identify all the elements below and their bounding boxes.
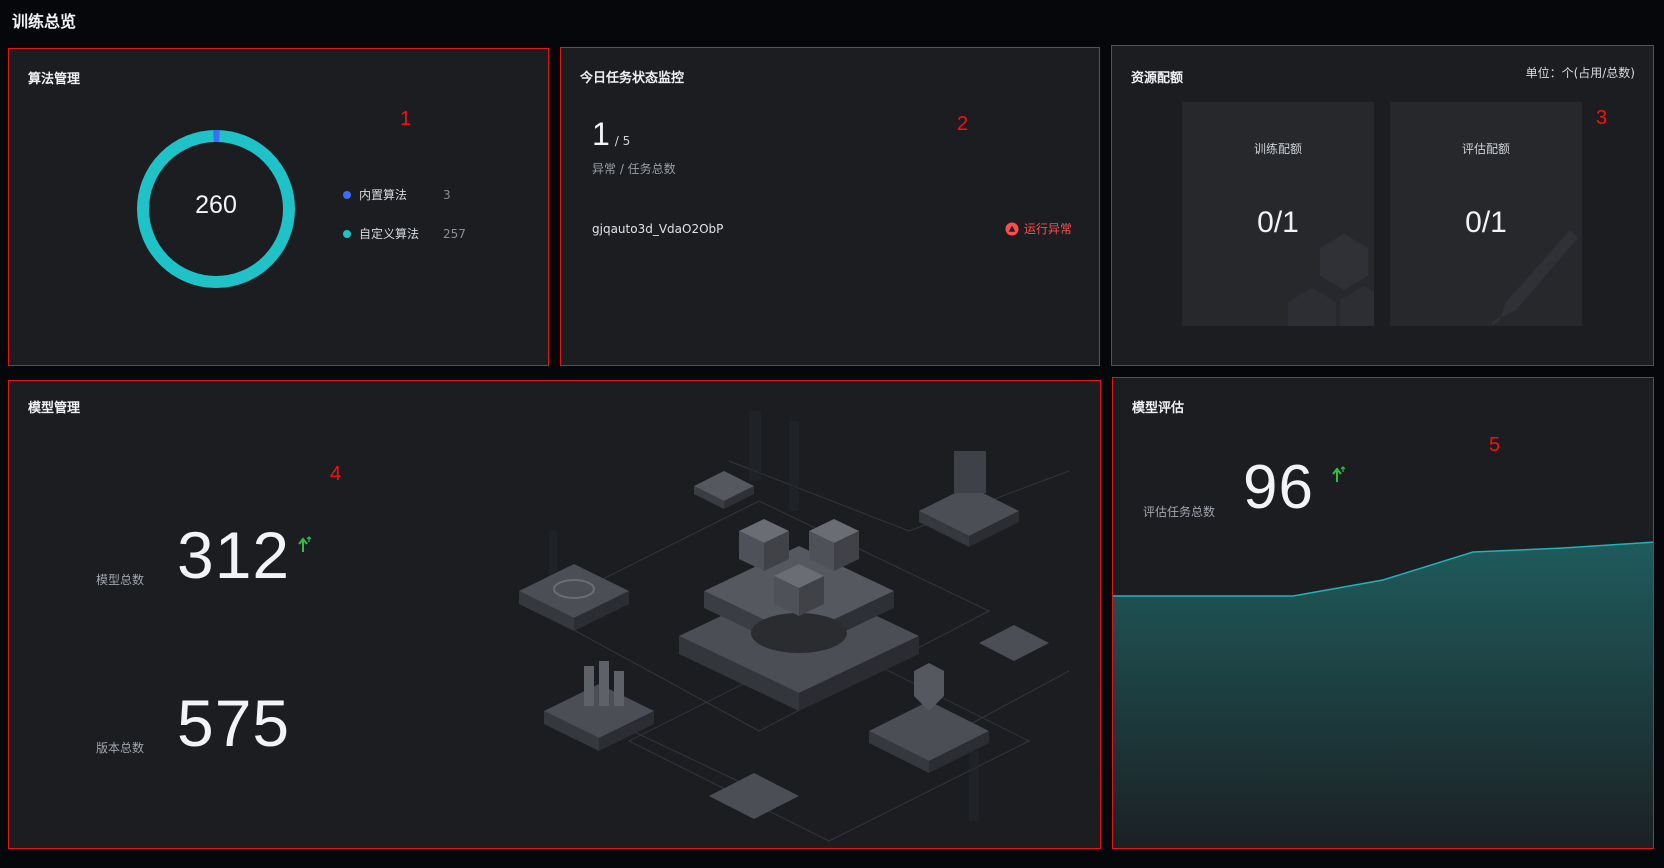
- warning-icon: [1005, 222, 1019, 235]
- evaluation-total-value: 96: [1243, 453, 1314, 522]
- abnormal-count-group: 1 / 5: [592, 116, 630, 153]
- version-total-label: 版本总数: [96, 741, 145, 755]
- task-row[interactable]: gjqauto3d_VdaO2ObP 运行异常: [592, 220, 1072, 240]
- resource-quota-card: 资源配额 单位：个(占用/总数) 3 训练配额 0/1 评估配额 0/1: [1111, 45, 1654, 366]
- legend-item-builtin[interactable]: 内置算法 3: [343, 186, 451, 203]
- page-title: 训练总览: [12, 12, 77, 31]
- evaluation-quota-box[interactable]: 评估配额 0/1: [1390, 102, 1582, 326]
- evaluation-quota-label: 评估配额: [1461, 142, 1510, 156]
- training-quota-value: 0/1: [1257, 206, 1299, 239]
- task-monitor-card: 今日任务状态监控 2 1 / 5 异常 / 任务总数 gjqauto3d_Vda…: [560, 47, 1100, 366]
- task-card-title: 今日任务状态监控: [580, 71, 685, 86]
- quota-unit: 单位：个(占用/总数): [1525, 66, 1635, 80]
- arrow-up-icon: [1332, 466, 1346, 482]
- model-total-label: 模型总数: [96, 573, 145, 587]
- region-marker-4: 4: [330, 463, 342, 485]
- legend-item-custom[interactable]: 自定义算法 257: [343, 225, 466, 242]
- training-quota-box[interactable]: 训练配额 0/1: [1182, 102, 1374, 326]
- resource-card-title: 资源配额: [1131, 71, 1184, 86]
- model-management-card: 模型管理 4 模型总数 312 版本总数 575: [8, 380, 1101, 849]
- model-total-value: 312: [177, 518, 291, 592]
- evaluation-trend-area: [1113, 541, 1653, 848]
- evaluation-total-label: 评估任务总数: [1143, 505, 1216, 519]
- pen-watermark-icon: [1491, 230, 1578, 326]
- abnormal-caption: 异常 / 任务总数: [592, 162, 676, 176]
- model-evaluation-card: 模型评估 5 评估任务总数 96: [1112, 377, 1654, 849]
- algorithm-total: 260: [195, 191, 237, 219]
- legend-label: 内置算法: [359, 188, 408, 202]
- task-total: / 5: [614, 134, 631, 148]
- model-card-title: 模型管理: [28, 401, 81, 416]
- training-quota-label: 训练配额: [1253, 142, 1302, 156]
- arrow-up-icon: [298, 536, 312, 552]
- algorithm-card-title: 算法管理: [28, 72, 81, 87]
- trend-area-fill: [1113, 542, 1653, 848]
- task-status-text: 运行异常: [1023, 222, 1072, 236]
- algorithm-card: 算法管理 1 260 内置算法 3 自定义算法 257: [8, 48, 549, 366]
- legend-value: 257: [443, 226, 466, 241]
- task-name[interactable]: gjqauto3d_VdaO2ObP: [592, 222, 723, 236]
- region-marker-1: 1: [400, 108, 412, 130]
- legend-label: 自定义算法: [359, 227, 420, 241]
- evaluation-card-title: 模型评估: [1132, 401, 1185, 416]
- region-marker-5: 5: [1489, 434, 1501, 456]
- region-marker-2: 2: [957, 113, 969, 135]
- isometric-platform-illustration: [519, 411, 1070, 842]
- evaluation-quota-value: 0/1: [1465, 206, 1507, 239]
- abnormal-count: 1: [592, 116, 610, 152]
- legend-value: 3: [443, 187, 451, 202]
- cube-watermark-icon: [1288, 234, 1374, 326]
- task-status: 运行异常: [1005, 220, 1072, 237]
- version-total-value: 575: [177, 686, 291, 760]
- legend-dot-icon: [343, 190, 351, 199]
- region-marker-3: 3: [1596, 107, 1608, 129]
- legend-dot-icon: [343, 229, 351, 238]
